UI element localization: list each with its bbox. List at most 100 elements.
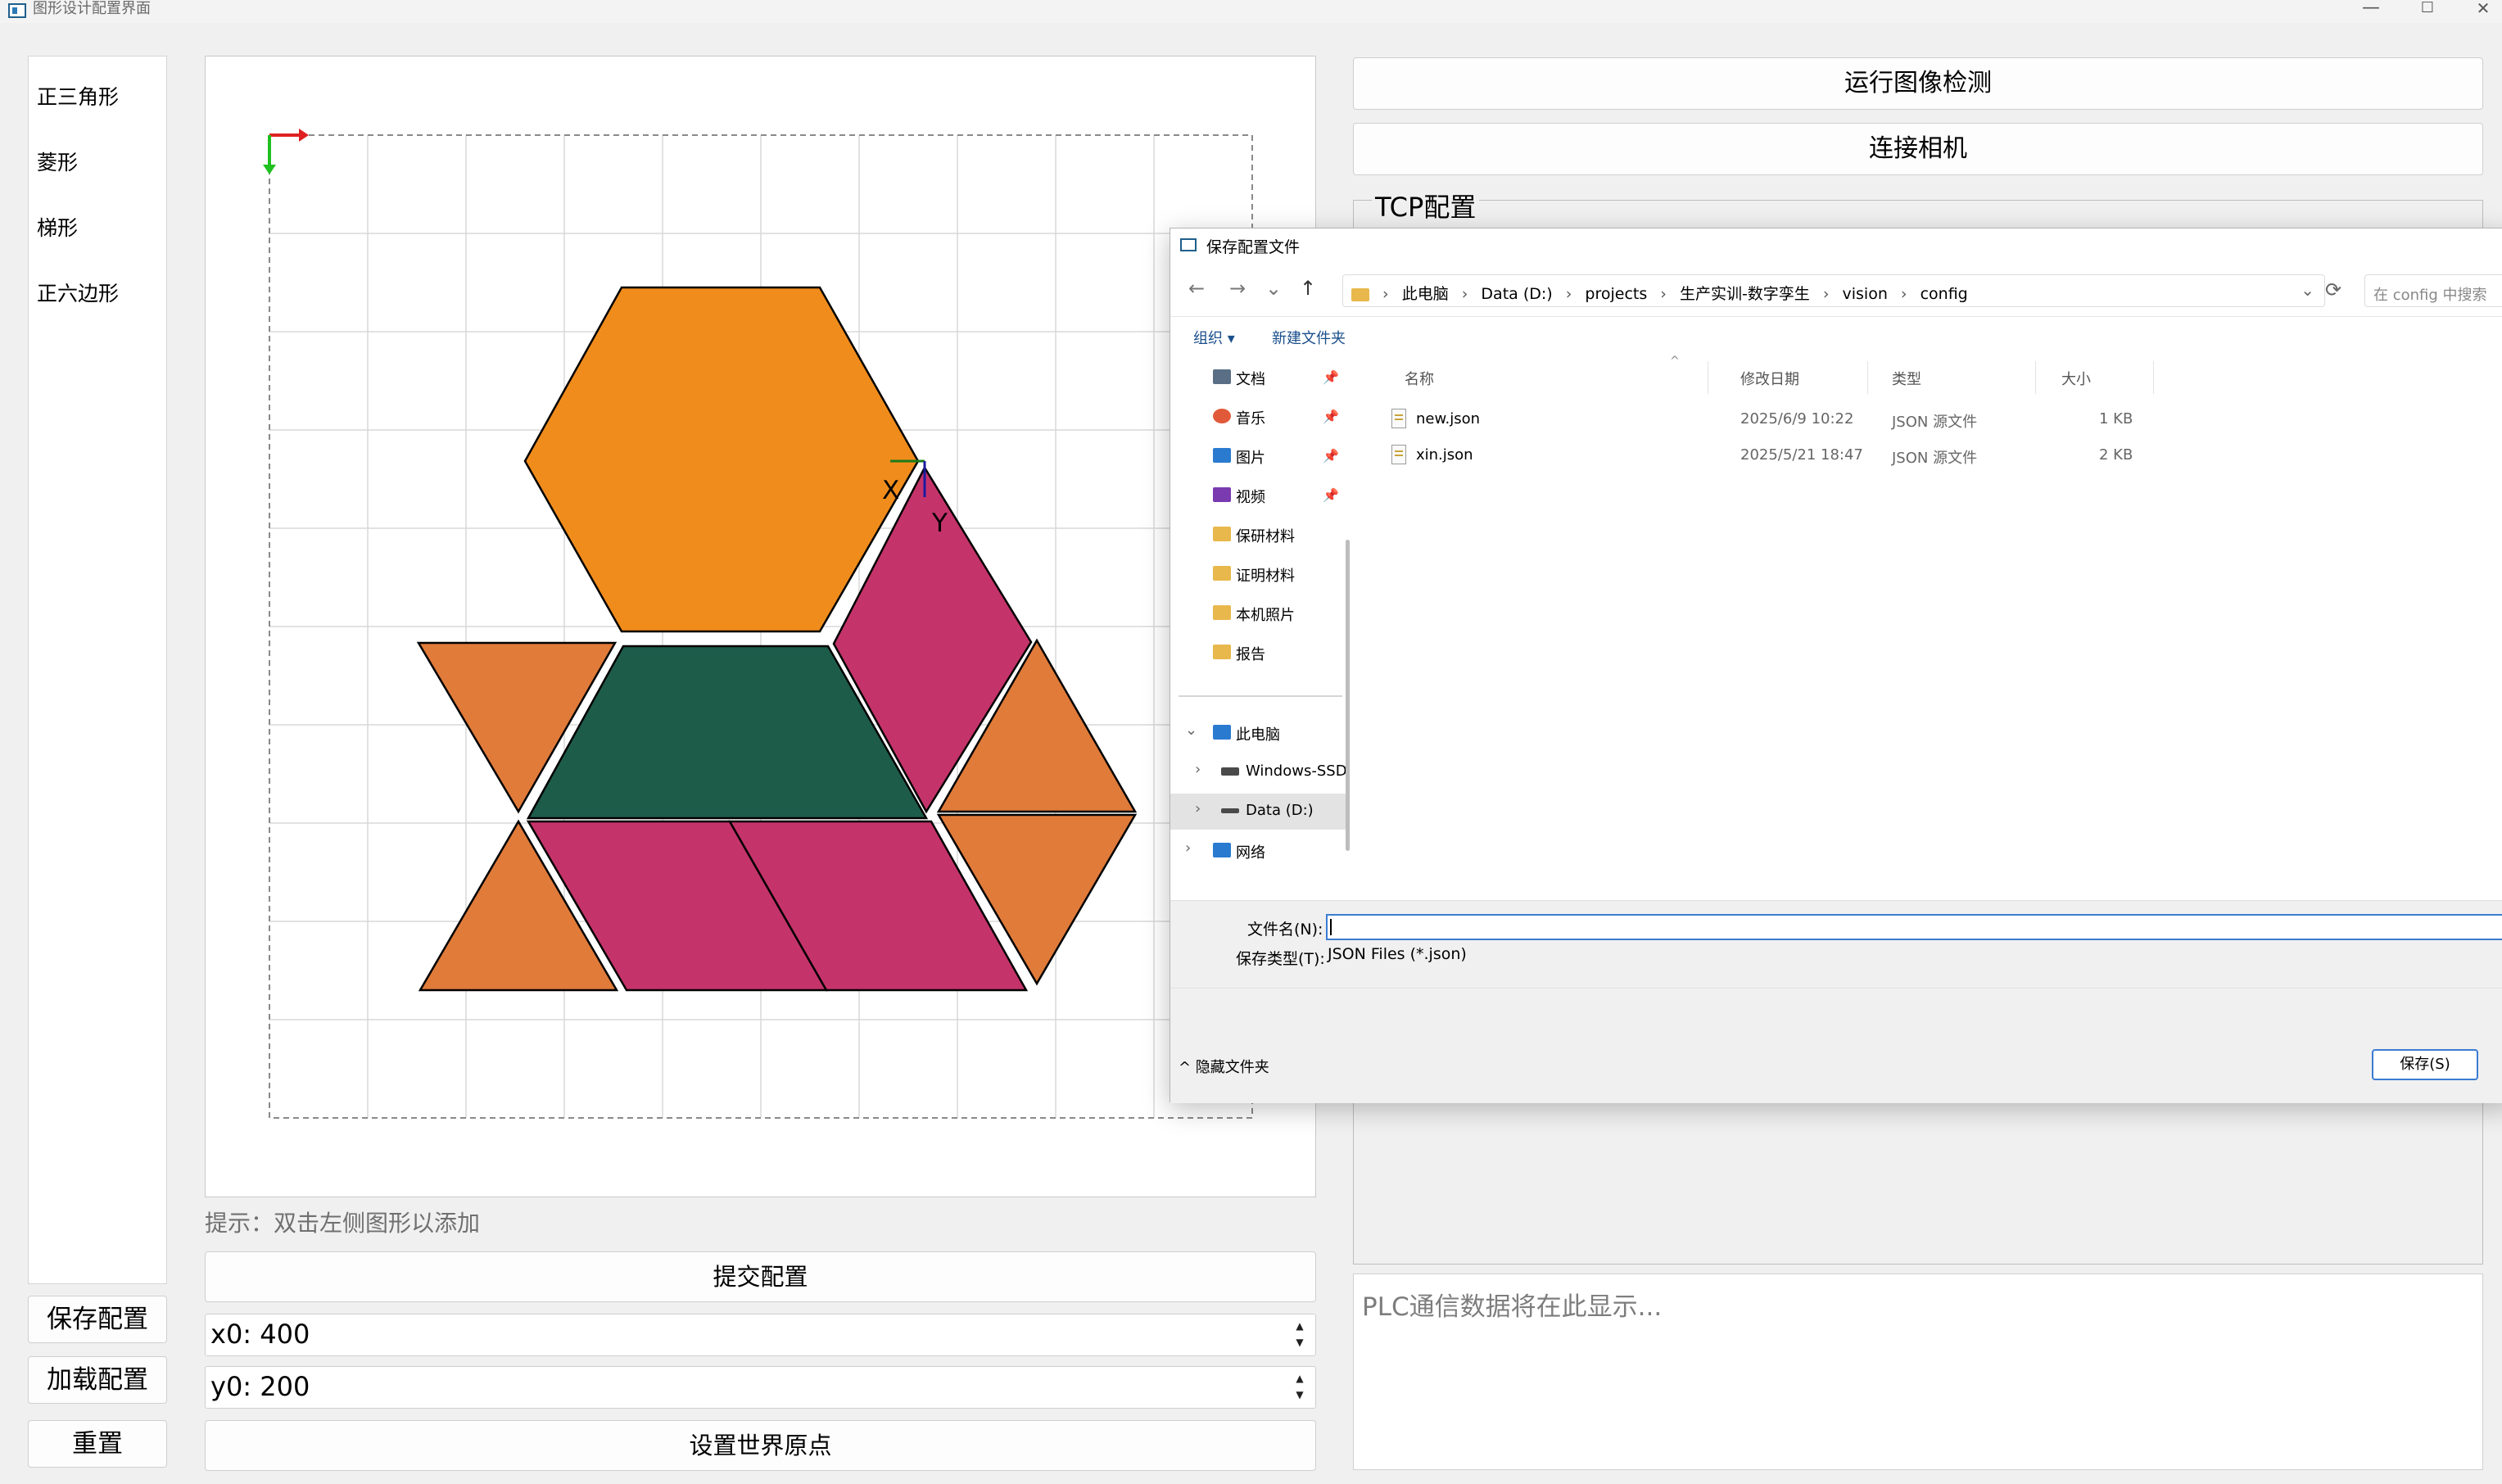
- connect-camera-button[interactable]: 连接相机: [1353, 123, 2483, 175]
- nav-item-windows-ssd[interactable]: › Windows-SSD: [1170, 754, 1347, 790]
- nav-item-network[interactable]: › 网络: [1170, 833, 1346, 869]
- collapse-icon[interactable]: ⌄: [1185, 722, 1197, 739]
- folder-icon: [1213, 645, 1231, 659]
- nav-item-data-drive[interactable]: › Data (D:): [1170, 794, 1346, 830]
- run-detection-button[interactable]: 运行图像检测: [1353, 57, 2483, 110]
- column-divider[interactable]: [2153, 361, 2154, 394]
- x0-value: x0: 400: [210, 1319, 310, 1350]
- spin-down-icon[interactable]: ▼: [1287, 1334, 1312, 1351]
- column-divider[interactable]: [1867, 361, 1868, 394]
- column-modified[interactable]: 修改日期: [1740, 368, 1799, 389]
- search-input[interactable]: 在 config 中搜索: [2364, 274, 2502, 307]
- origin-axis-icon: [263, 129, 309, 174]
- spin-up-icon[interactable]: ▲: [1287, 1370, 1312, 1387]
- y0-spinbox[interactable]: y0: 200 ▲ ▼: [205, 1366, 1316, 1409]
- breadcrumb-item[interactable]: vision: [1843, 285, 1888, 303]
- filetype-label: 保存类型(T):: [1236, 950, 1325, 968]
- new-folder-button[interactable]: 新建文件夹: [1272, 327, 1346, 348]
- file-type: JSON 源文件: [1892, 414, 1978, 431]
- network-icon: [1213, 843, 1231, 857]
- expand-icon[interactable]: ›: [1185, 839, 1191, 857]
- documents-icon: [1213, 369, 1231, 384]
- nav-item-documents[interactable]: 文档 📌: [1170, 360, 1346, 396]
- spin-down-icon[interactable]: ▼: [1287, 1387, 1312, 1403]
- shape-item-hexagon[interactable]: 正六边形: [37, 278, 119, 307]
- column-name[interactable]: 名称: [1405, 368, 1434, 389]
- nav-item-folder[interactable]: 本机照片: [1170, 595, 1346, 631]
- up-folder-icon[interactable]: ↑: [1293, 274, 1323, 304]
- y0-stepper[interactable]: ▲ ▼: [1287, 1370, 1312, 1405]
- breadcrumb-item[interactable]: config: [1921, 285, 1968, 303]
- breadcrumb-item[interactable]: 此电脑: [1402, 285, 1449, 303]
- dialog-icon: [1180, 238, 1197, 251]
- expand-icon[interactable]: ›: [1195, 800, 1201, 817]
- y0-value: y0: 200: [210, 1371, 310, 1402]
- shape-item-rhombus[interactable]: 菱形: [37, 147, 78, 176]
- spin-up-icon[interactable]: ▲: [1287, 1318, 1312, 1334]
- nav-scrollbar[interactable]: [1346, 540, 1350, 851]
- column-type[interactable]: 类型: [1892, 368, 1921, 389]
- save-config-button[interactable]: 保存配置: [28, 1296, 167, 1343]
- file-row[interactable]: new.json 2025/6/9 10:22 JSON 源文件 1 KB: [1364, 402, 2502, 437]
- folder-icon: [1213, 605, 1231, 620]
- breadcrumb-separator: ›: [1461, 285, 1468, 303]
- pin-icon: 📌: [1323, 409, 1339, 424]
- file-row[interactable]: xin.json 2025/5/21 18:47 JSON 源文件 2 KB: [1364, 438, 2502, 473]
- column-divider[interactable]: [2035, 361, 2036, 394]
- close-button[interactable]: ✕: [2467, 0, 2500, 20]
- reset-button[interactable]: 重置: [28, 1420, 167, 1468]
- breadcrumb-item[interactable]: projects: [1585, 285, 1647, 303]
- nav-item-pictures[interactable]: 图片 📌: [1170, 438, 1346, 474]
- nav-item-music[interactable]: 音乐 📌: [1170, 399, 1346, 435]
- breadcrumb-separator: ›: [1660, 285, 1667, 303]
- shape-item-triangle[interactable]: 正三角形: [37, 81, 119, 111]
- nav-item-this-pc[interactable]: ⌄ 此电脑: [1170, 715, 1346, 751]
- pictures-icon: [1213, 448, 1231, 463]
- filetype-select[interactable]: JSON Files (*.json): [1328, 945, 1467, 963]
- nav-label: Windows-SSD: [1246, 762, 1347, 780]
- address-dropdown-icon[interactable]: ⌄: [2301, 280, 2314, 300]
- plc-log[interactable]: PLC通信数据将在此显示...: [1353, 1274, 2483, 1470]
- forward-icon[interactable]: →: [1223, 274, 1252, 304]
- nav-item-folder[interactable]: 保研材料: [1170, 517, 1346, 553]
- nav-item-folder[interactable]: 报告: [1170, 635, 1346, 671]
- maximize-button[interactable]: ☐: [2411, 0, 2444, 20]
- json-file-icon: [1391, 409, 1406, 428]
- design-canvas[interactable]: X Y: [205, 56, 1316, 1197]
- file-modified: 2025/6/9 10:22: [1740, 410, 1854, 428]
- submit-config-button[interactable]: 提交配置: [205, 1251, 1316, 1302]
- file-type: JSON 源文件: [1892, 450, 1978, 467]
- minimize-button[interactable]: —: [2355, 0, 2387, 20]
- divider: [1170, 988, 2502, 989]
- file-name: xin.json: [1416, 446, 1473, 464]
- nav-label: 报告: [1236, 646, 1265, 663]
- x0-stepper[interactable]: ▲ ▼: [1287, 1318, 1312, 1352]
- nav-label: 保研材料: [1236, 528, 1295, 545]
- load-config-button[interactable]: 加载配置: [28, 1356, 167, 1404]
- refresh-icon[interactable]: ⟳: [2317, 274, 2350, 307]
- dialog-toolbar: 组织 ▾ 新建文件夹: [1170, 317, 2502, 356]
- hide-folders-toggle[interactable]: ^ 隐藏文件夹: [1179, 1056, 1269, 1077]
- filename-input[interactable]: [1326, 914, 2502, 940]
- breadcrumb-item[interactable]: Data (D:): [1481, 285, 1552, 303]
- set-world-origin-button[interactable]: 设置世界原点: [205, 1420, 1316, 1471]
- file-size: 1 KB: [2099, 410, 2133, 428]
- x0-spinbox[interactable]: x0: 400 ▲ ▼: [205, 1314, 1316, 1356]
- nav-label: 网络: [1236, 844, 1265, 862]
- breadcrumb-item[interactable]: 生产实训-数字孪生: [1680, 285, 1810, 303]
- address-row: ← → ⌄ ↑ › 此电脑 › Data (D:) › projects › 生…: [1170, 263, 2502, 317]
- organize-menu[interactable]: 组织 ▾: [1193, 327, 1235, 348]
- back-icon[interactable]: ←: [1182, 274, 1211, 304]
- music-icon: [1213, 409, 1231, 423]
- expand-icon[interactable]: ›: [1195, 761, 1201, 778]
- column-size[interactable]: 大小: [2061, 368, 2091, 389]
- address-bar[interactable]: › 此电脑 › Data (D:) › projects › 生产实训-数字孪生…: [1342, 274, 2325, 307]
- dialog-save-button[interactable]: 保存(S): [2372, 1049, 2478, 1080]
- drive-icon: [1221, 767, 1239, 776]
- recent-locations-icon[interactable]: ⌄: [1259, 274, 1288, 304]
- nav-item-folder[interactable]: 证明材料: [1170, 556, 1346, 592]
- save-dialog: 保存配置文件 ← → ⌄ ↑ › 此电脑 › Data (D:) › proje…: [1170, 228, 2502, 1103]
- folder-icon: [1213, 566, 1231, 581]
- nav-item-videos[interactable]: 视频 📌: [1170, 477, 1346, 514]
- shape-item-trapezoid[interactable]: 梯形: [37, 212, 78, 242]
